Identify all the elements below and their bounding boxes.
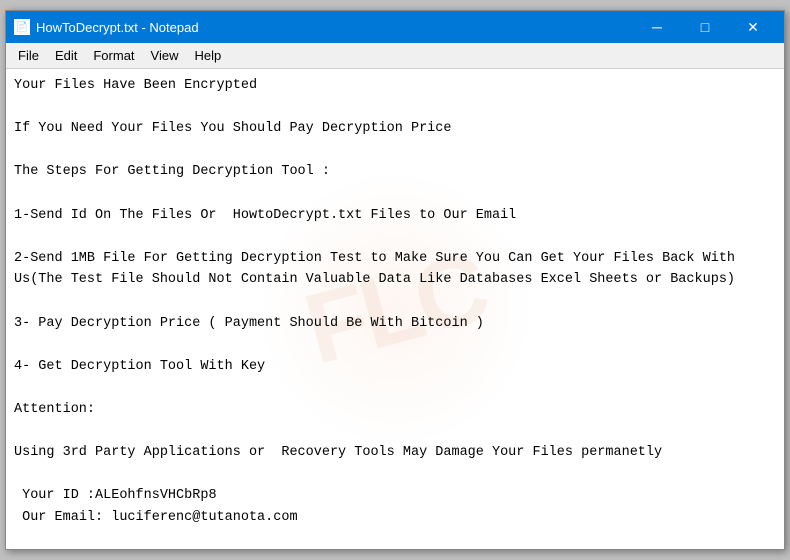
menu-bar: File Edit Format View Help <box>6 43 784 69</box>
app-icon: 📄 <box>14 19 30 35</box>
title-bar: 📄 HowToDecrypt.txt - Notepad ─ □ ✕ <box>6 11 784 43</box>
minimize-button[interactable]: ─ <box>634 15 680 39</box>
menu-format[interactable]: Format <box>85 45 142 66</box>
menu-file[interactable]: File <box>10 45 47 66</box>
close-button[interactable]: ✕ <box>730 15 776 39</box>
menu-help[interactable]: Help <box>186 45 229 66</box>
window-title: HowToDecrypt.txt - Notepad <box>36 20 199 35</box>
text-area-container[interactable]: FLC Your Files Have Been Encrypted If Yo… <box>6 69 784 549</box>
text-content[interactable]: Your Files Have Been Encrypted If You Ne… <box>14 75 776 549</box>
notepad-window: 📄 HowToDecrypt.txt - Notepad ─ □ ✕ File … <box>5 10 785 550</box>
menu-edit[interactable]: Edit <box>47 45 85 66</box>
menu-view[interactable]: View <box>143 45 187 66</box>
window-controls: ─ □ ✕ <box>634 15 776 39</box>
title-bar-left: 📄 HowToDecrypt.txt - Notepad <box>14 19 199 35</box>
maximize-button[interactable]: □ <box>682 15 728 39</box>
